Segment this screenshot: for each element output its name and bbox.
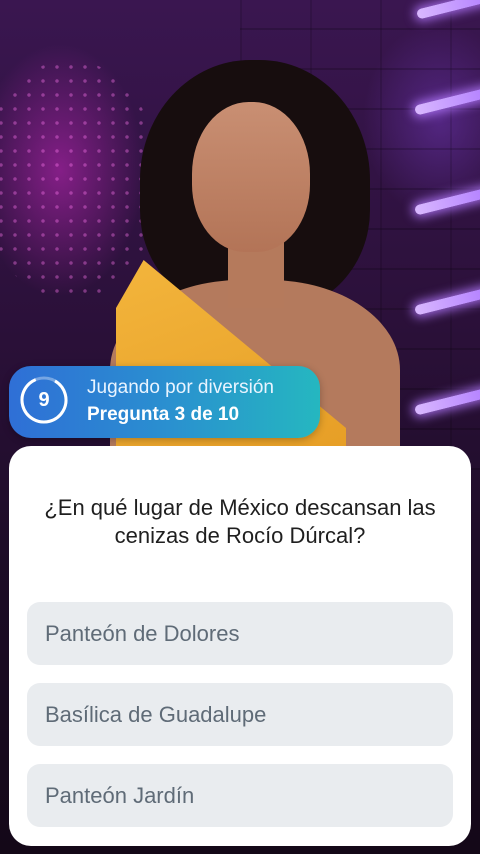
question-text: ¿En qué lugar de México descansan las ce… xyxy=(44,495,436,548)
answer-option-2[interactable]: Basílica de Guadalupe xyxy=(27,683,453,746)
countdown-timer: 9 xyxy=(20,376,68,424)
game-status-pill: 9 Jugando por diversión Pregunta 3 de 10 xyxy=(9,366,320,438)
answer-option-1[interactable]: Panteón de Dolores xyxy=(27,602,453,665)
question-card: ¿En qué lugar de México descansan las ce… xyxy=(9,446,471,846)
answer-option-3[interactable]: Panteón Jardín xyxy=(27,764,453,827)
question-progress-label: Pregunta 3 de 10 xyxy=(87,404,240,425)
timer-value: 9 xyxy=(38,388,50,411)
game-mode-label: Jugando por diversión xyxy=(87,377,274,398)
presenter-face xyxy=(192,102,310,252)
